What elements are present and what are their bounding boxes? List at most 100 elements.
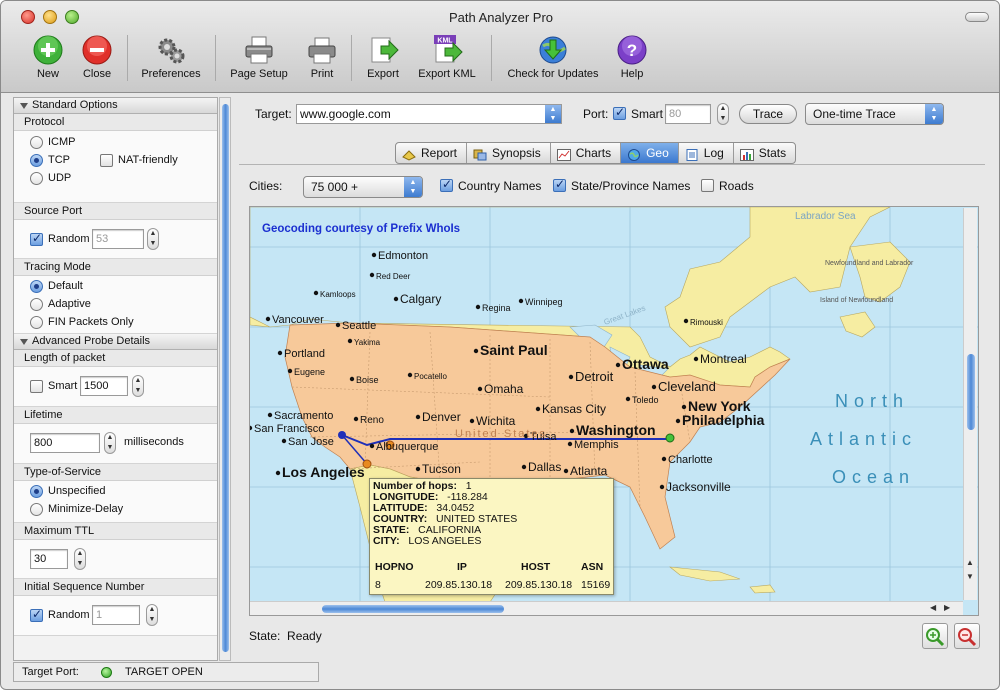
isn-random-label: Random (48, 609, 90, 621)
tooltip-col-ip: IP (457, 561, 467, 573)
icmp-radio[interactable] (30, 136, 43, 149)
city-label: Wichita (476, 414, 516, 428)
print-button[interactable]: Print (303, 34, 341, 80)
tab-stats-label: Stats (758, 146, 787, 160)
target-value: www.google.com (300, 107, 391, 121)
tab-synopsis[interactable]: Synopsis (467, 143, 551, 163)
tcp-radio[interactable] (30, 154, 43, 167)
source-port-stepper[interactable]: ▲ ▼ (147, 228, 159, 250)
zoom-out-button[interactable] (954, 623, 980, 649)
city-label: Winnipeg (525, 297, 563, 307)
trace-mode-value: One-time Trace (813, 107, 896, 121)
zoom-in-button[interactable] (922, 623, 948, 649)
source-port-label: Source Port (14, 203, 217, 220)
default-mode-radio[interactable] (30, 280, 43, 293)
options-scroll-thumb[interactable] (222, 104, 229, 652)
source-port-random-checkbox[interactable] (30, 231, 43, 246)
tab-stats[interactable]: Stats (734, 143, 795, 163)
target-dropdown-button[interactable]: ▲ ▼ (545, 105, 561, 123)
route-hop-washington[interactable] (665, 433, 675, 443)
packet-smart-checkbox[interactable] (30, 380, 43, 393)
tab-report[interactable]: Report (396, 143, 468, 163)
nat-friendly-checkbox[interactable] (100, 154, 113, 167)
hop-tooltip: Number of hops: 1 LONGITUDE: -118.284 LA… (369, 478, 614, 595)
map-vertical-scrollbar[interactable]: ▲ ▼ (963, 208, 977, 600)
tooltip-col-host: HOST (521, 561, 551, 573)
help-button[interactable]: ? Help (615, 34, 649, 80)
udp-radio[interactable] (30, 172, 43, 185)
target-port-value: TARGET OPEN (125, 666, 203, 678)
city-label: Pocatello (414, 372, 447, 381)
tos-minimize-label: Minimize-Delay (48, 503, 124, 515)
geocoding-credit: Geocoding courtesy of Prefix WhoIs (262, 223, 460, 235)
page-setup-label: Page Setup (230, 68, 288, 80)
chevron-updown-icon: ▲ ▼ (925, 104, 943, 124)
tos-label: Type-of-Service (14, 464, 217, 481)
export-button[interactable]: Export (361, 34, 405, 80)
cities-select[interactable]: 75 000 + ▲ ▼ (303, 176, 423, 198)
source-port-field[interactable]: 53 (92, 229, 144, 249)
scroll-down-arrow-icon[interactable]: ▼ (966, 572, 974, 581)
preferences-button[interactable]: Preferences (139, 34, 203, 80)
port-smart-checkbox[interactable] (613, 105, 626, 120)
kml-badge-text: KML (437, 38, 453, 45)
tab-log[interactable]: Log (679, 143, 734, 163)
standard-options-header[interactable]: Standard Options (14, 98, 217, 114)
tab-charts[interactable]: Charts (551, 143, 622, 163)
trace-button[interactable]: Trace (739, 104, 797, 124)
lifetime-stepper[interactable]: ▲ ▼ (104, 432, 116, 454)
city-dot (275, 470, 281, 476)
scroll-right-arrow-icon[interactable]: ▶ (944, 603, 950, 612)
isn-stepper[interactable]: ▲ ▼ (146, 604, 158, 626)
toolbar-toggle-button[interactable] (965, 12, 989, 22)
toolbar-separator (215, 35, 216, 81)
isn-label: Initial Sequence Number (14, 579, 217, 596)
max-ttl-field[interactable]: 30 (30, 549, 68, 569)
port-stepper[interactable]: ▲ ▼ (717, 103, 729, 125)
city-dot (407, 372, 413, 378)
map-horizontal-thumb[interactable] (322, 605, 504, 613)
tcp-label: TCP (48, 154, 70, 166)
tos-minimize-radio[interactable] (30, 503, 43, 516)
city-dot (615, 362, 621, 368)
adaptive-mode-radio[interactable] (30, 298, 43, 311)
new-button[interactable]: New (31, 34, 65, 80)
trace-mode-select[interactable]: One-time Trace ▲ ▼ (805, 103, 944, 125)
export-kml-icon: KML (431, 34, 463, 66)
max-ttl-stepper[interactable]: ▲ ▼ (74, 548, 86, 570)
options-scrollbar[interactable] (219, 97, 231, 661)
city-dot (675, 418, 681, 424)
target-input[interactable]: www.google.com ▲ ▼ (296, 104, 562, 124)
map-horizontal-scrollbar[interactable]: ◀ ▶ (250, 601, 963, 615)
city-label: Philadelphia (682, 412, 765, 428)
lifetime-field[interactable]: 800 (30, 433, 100, 453)
state-names-checkbox[interactable] (553, 177, 566, 192)
export-kml-button[interactable]: KML Export KML (415, 34, 479, 80)
geo-map[interactable]: Edmonton Red Deer Kamloops Calgary Regina Win… (249, 206, 979, 616)
advanced-probe-header[interactable]: Advanced Probe Details (14, 334, 217, 350)
map-vertical-thumb[interactable] (967, 354, 975, 430)
page-setup-button[interactable]: Page Setup (227, 34, 291, 80)
svg-text:?: ? (627, 41, 637, 60)
close-button[interactable]: Close (79, 34, 115, 80)
fin-mode-radio[interactable] (30, 316, 43, 329)
roads-checkbox[interactable] (701, 179, 714, 192)
packet-length-stepper[interactable]: ▲ ▼ (132, 375, 144, 397)
scroll-left-arrow-icon[interactable]: ◀ (930, 603, 936, 612)
max-ttl-group: 30 ▲ ▼ (14, 540, 217, 579)
port-field[interactable]: 80 (665, 104, 711, 124)
isn-field[interactable]: 1 (92, 605, 140, 625)
city-label: Regina (482, 303, 511, 313)
tos-unspecified-radio[interactable] (30, 485, 43, 498)
lifetime-unit: milliseconds (124, 436, 184, 448)
isn-random-checkbox[interactable] (30, 607, 43, 622)
toolbar-separator (491, 35, 492, 81)
tab-geo[interactable]: Geo (621, 143, 679, 163)
check-updates-button[interactable]: Check for Updates (503, 34, 603, 80)
city-label: Reno (360, 415, 384, 426)
country-names-checkbox[interactable] (440, 177, 453, 192)
scroll-up-arrow-icon[interactable]: ▲ (966, 558, 974, 567)
tab-log-label: Log (703, 146, 724, 160)
route-hop-sf[interactable] (338, 431, 346, 439)
packet-length-field[interactable]: 1500 (80, 376, 128, 396)
